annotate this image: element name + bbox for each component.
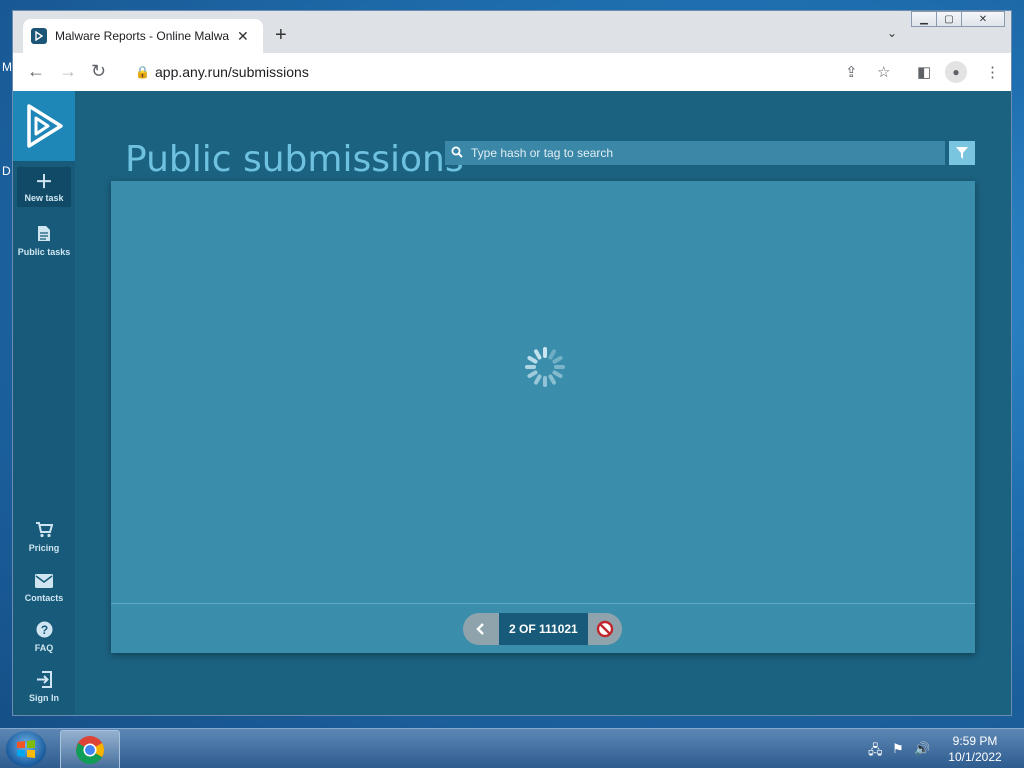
sidebar: ＋ New task Public tasks Pricing Contacts…: [13, 91, 75, 715]
panel-divider: [111, 603, 975, 604]
share-icon[interactable]: ⇪: [845, 63, 858, 81]
page-indicator: 2 OF 111021: [499, 613, 588, 645]
sidebar-item-label: Public tasks: [17, 247, 71, 257]
search-icon: [451, 146, 463, 161]
sidebar-item-label: FAQ: [34, 643, 54, 653]
search-input[interactable]: [469, 145, 933, 161]
forward-arrow-icon[interactable]: →: [59, 61, 77, 81]
mail-icon: [35, 571, 53, 593]
tab-title: Malware Reports - Online Malwa: [55, 29, 230, 43]
next-page-button[interactable]: [587, 613, 622, 645]
chevron-left-icon: [476, 623, 484, 635]
clock-time: 9:59 PM: [952, 734, 998, 748]
filter-button[interactable]: [949, 141, 975, 165]
close-window-button[interactable]: ✕: [961, 11, 1005, 27]
action-center-flag-icon[interactable]: ⚑: [892, 741, 904, 757]
help-icon: ?: [36, 621, 53, 643]
page-viewport: ＋ New task Public tasks Pricing Contacts…: [13, 91, 1011, 715]
side-panel-icon[interactable]: ◧: [917, 63, 931, 81]
sidebar-item-faq[interactable]: ? FAQ: [17, 621, 71, 653]
browser-toolbar: ← → ↻ 🔒 app.any.run/submissions ⇪ ☆ ◧ ● …: [13, 53, 1011, 92]
sidebar-item-sign-in[interactable]: Sign In: [17, 671, 71, 703]
clock-date: 10/1/2022: [948, 750, 1002, 764]
search-bar[interactable]: [445, 141, 945, 165]
sidebar-item-label: Sign In: [29, 693, 59, 703]
close-tab-icon[interactable]: ✕: [237, 28, 249, 45]
volume-icon[interactable]: 🔊: [914, 741, 930, 757]
address-bar[interactable]: app.any.run/submissions: [155, 64, 309, 80]
window-controls: ▁ ▢ ✕: [911, 11, 1005, 27]
start-button[interactable]: [6, 731, 46, 767]
tab-search-chevron-icon[interactable]: ⌄: [887, 26, 897, 40]
new-tab-button[interactable]: +: [275, 25, 287, 45]
bookmark-star-icon[interactable]: ☆: [877, 63, 890, 81]
svg-text:?: ?: [40, 623, 47, 637]
system-clock[interactable]: 9:59 PM 10/1/2022: [940, 733, 1010, 765]
loading-spinner-icon: [525, 347, 565, 387]
sidebar-item-label: Contacts: [24, 593, 64, 603]
sidebar-item-contacts[interactable]: Contacts: [17, 571, 71, 603]
reload-icon[interactable]: ↻: [91, 61, 106, 81]
anyrun-favicon-icon: [31, 28, 47, 44]
cart-icon: [35, 521, 54, 543]
tab-strip: Malware Reports - Online Malwa ✕ + ⌄ ▁ ▢…: [13, 11, 1011, 53]
lock-icon[interactable]: 🔒: [135, 65, 150, 79]
back-arrow-icon[interactable]: ←: [27, 61, 45, 81]
taskbar-chrome-button[interactable]: [60, 730, 120, 768]
maximize-button[interactable]: ▢: [936, 11, 962, 27]
browser-window: Malware Reports - Online Malwa ✕ + ⌄ ▁ ▢…: [12, 10, 1012, 716]
sidebar-item-public-tasks[interactable]: Public tasks: [17, 225, 71, 257]
sidebar-item-label: Pricing: [28, 543, 60, 553]
chrome-icon: [76, 736, 104, 764]
anyrun-logo[interactable]: [13, 91, 75, 161]
filter-icon: [956, 147, 968, 159]
kebab-menu-icon[interactable]: ⋮: [985, 63, 1000, 81]
plus-icon: ＋: [35, 172, 53, 192]
submissions-panel: 2 OF 111021: [111, 181, 975, 653]
profile-avatar-icon[interactable]: ●: [945, 61, 967, 83]
sidebar-item-label: New task: [24, 193, 64, 203]
anyrun-logo-icon: [27, 104, 63, 148]
windows-logo-icon: [17, 740, 35, 758]
sidebar-item-pricing[interactable]: Pricing: [17, 521, 71, 553]
desktop-icon-label[interactable]: D: [2, 164, 11, 178]
desktop-icon-label[interactable]: M: [2, 60, 12, 74]
browser-tab[interactable]: Malware Reports - Online Malwa ✕: [23, 19, 263, 53]
sidebar-item-new-task[interactable]: ＋ New task: [17, 167, 71, 207]
minimize-button[interactable]: ▁: [911, 11, 937, 27]
sign-in-icon: [36, 671, 53, 693]
document-icon: [37, 225, 51, 247]
network-icon[interactable]: 🖧: [868, 741, 883, 763]
not-allowed-cursor-icon: [596, 620, 613, 638]
previous-page-button[interactable]: [463, 613, 499, 645]
pagination: 2 OF 111021: [463, 613, 622, 645]
page-title: Public submissions: [125, 139, 464, 180]
taskbar: 🖧 ⚑ 🔊 9:59 PM 10/1/2022: [0, 728, 1024, 768]
